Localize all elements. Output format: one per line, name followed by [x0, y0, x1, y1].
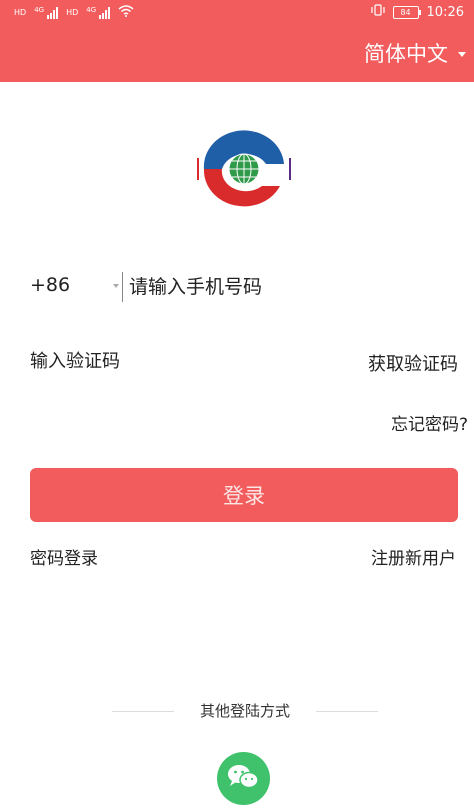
verification-code-input[interactable]: [30, 346, 280, 376]
language-label: 简体中文: [364, 42, 448, 66]
app-header: HD 4G HD 4G 84 10:26 简体中文: [0, 0, 474, 82]
battery-level: 84: [400, 7, 411, 17]
signal-label: 4G: [34, 5, 45, 14]
country-code[interactable]: +86: [30, 274, 70, 296]
signal-icon: 4G: [34, 5, 59, 19]
login-button[interactable]: 登录: [30, 468, 458, 522]
app-logo: [196, 128, 292, 210]
other-login-divider: 其他登陆方式: [112, 700, 378, 724]
globe-logo-icon: [197, 130, 291, 207]
register-link[interactable]: 注册新用户: [371, 544, 456, 569]
vibrate-icon: [370, 4, 385, 20]
sim1-label: HD: [14, 8, 27, 17]
signal-icon: 4G: [86, 5, 111, 19]
chevron-down-icon: [458, 51, 466, 57]
chevron-down-icon[interactable]: [113, 284, 119, 288]
divider-line: [316, 711, 378, 712]
clock: 10:26: [426, 4, 464, 20]
status-bar: HD 4G HD 4G 84 10:26: [0, 0, 474, 26]
sim2-label: HD: [66, 8, 79, 17]
wifi-icon: [118, 5, 134, 20]
code-row: 获取验证码: [30, 346, 458, 378]
get-code-button[interactable]: 获取验证码: [368, 350, 458, 376]
signal-label: 4G: [86, 5, 97, 14]
language-selector[interactable]: 简体中文: [364, 38, 466, 68]
phone-row: +86: [30, 272, 450, 302]
wechat-login-button[interactable]: [217, 752, 270, 805]
status-left: HD 4G HD 4G: [14, 5, 134, 20]
battery-icon: 84: [392, 5, 421, 19]
status-right: 84 10:26: [370, 4, 464, 20]
wechat-icon: [228, 765, 259, 789]
forgot-password-link[interactable]: 忘记密码?: [391, 410, 468, 435]
phone-input[interactable]: [122, 272, 431, 302]
password-login-link[interactable]: 密码登录: [30, 544, 98, 569]
